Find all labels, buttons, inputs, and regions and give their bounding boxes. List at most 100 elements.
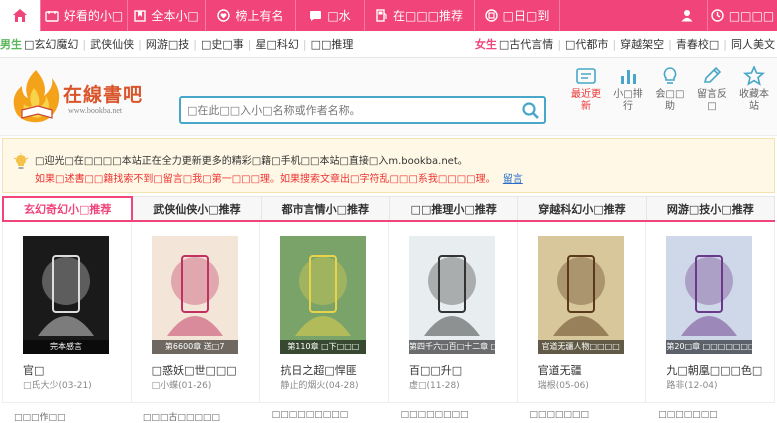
notice-line: □迎光□在□□□□本站正在全力更新更多的精彩□籍□手机□□本站□直接□入m.bo… [35, 156, 468, 167]
member-help-button[interactable]: 会□□助 [651, 66, 689, 113]
category-link[interactable]: □史□事 [201, 36, 244, 52]
star-icon [743, 66, 765, 86]
cover-caption: 第20□章 □□□□□□□ [666, 340, 753, 354]
book-cover[interactable]: 第110章 □下□□□ [280, 236, 367, 354]
lightbulb-icon [663, 67, 677, 84]
book-list: 完本感言 官□ □氏大少(03-21) 第6600章 送□7 □惑妖□世□□□ □小蝶(0… [2, 222, 776, 402]
book-title[interactable]: 九□朝凰□□□色□ [666, 362, 762, 378]
book-card[interactable]: 第20□章 □□□□□□□ 九□朝凰□□□色□ 路非(12-04) [646, 222, 776, 402]
cover-caption: 第110章 □下□□□ [280, 340, 367, 354]
calendar-check-icon [484, 9, 498, 22]
bar-chart-icon [621, 70, 636, 84]
book-author: 路非(12-04) [666, 381, 718, 391]
divider: | [723, 37, 727, 51]
top-navigation: 好看的小□ 全本小□ 榜上有名 □水 在□□□推荐 □日□到 □□□□ [0, 0, 777, 31]
category-link[interactable]: 网游□技 [146, 36, 189, 52]
nav-item-label: 榜上有名 [235, 9, 284, 23]
book-card[interactable]: 第四千六□百□十二章 □ 百□□升□ 虚□(11-28) [389, 222, 518, 402]
male-categories: 男生 □玄幻魔幻 | 武侠仙侠 | 网游□技 | □史□事 | 星□科幻 | □□推理 [0, 36, 353, 52]
feedback-button[interactable]: 留言反□ [693, 66, 731, 113]
site-logo[interactable]: 在線書吧 www.bookba.net [8, 62, 178, 132]
feedback-link[interactable]: 留言 [503, 174, 523, 185]
tab-wuxia[interactable]: 武侠仙侠小□推荐 [133, 196, 262, 220]
category-link[interactable]: □玄幻魔幻 [24, 36, 78, 52]
book-title[interactable]: 抗日之超□悍匪 [280, 362, 356, 378]
category-link[interactable]: □□推理 [311, 36, 354, 52]
book-cover[interactable]: 官道无疆人物□□□□ [537, 236, 624, 354]
search-input[interactable]: □在此□□入小□名称或作者名称。 [179, 96, 546, 124]
tab-gaming[interactable]: 网游□技小□推荐 [646, 196, 775, 220]
tab-fantasy[interactable]: 玄幻奇幻小□推荐 [2, 196, 134, 220]
rankings-button[interactable]: 小□排行 [609, 66, 647, 113]
category-link[interactable]: 武侠仙侠 [90, 36, 134, 52]
book-card[interactable]: 第110章 □下□□□ 抗日之超□悍匪 静止的烟火(04-28) [260, 222, 390, 402]
category-link[interactable]: 同人美文 [731, 36, 775, 52]
nav-rankings[interactable]: 榜上有名 [205, 0, 295, 31]
nav-recommend[interactable]: 在□□□推荐 [364, 0, 474, 31]
category-link[interactable]: 青春校□ [676, 36, 719, 52]
book-card[interactable]: 官道无疆人物□□□□ 官道无疆瑞根(05-06) [518, 222, 647, 402]
nav-good-novels[interactable]: 好看的小□ [40, 0, 127, 31]
nav-item-label: 好看的小□ [63, 9, 124, 23]
search-placeholder: □在此□□入小□名称或作者名称。 [187, 104, 361, 117]
female-label: 女生 [474, 38, 497, 51]
nav-history[interactable]: □□□□ [707, 0, 777, 31]
list-item[interactable]: □□□作□□ [2, 403, 131, 423]
nav-daily-checkin[interactable]: □日□到 [474, 0, 559, 31]
list-item[interactable]: □□□□□□□ [517, 403, 646, 423]
cover-caption: 官道无疆人物□□□□ [537, 340, 624, 354]
divider: | [82, 37, 87, 51]
recent-updates-button[interactable]: 最近更新 [567, 66, 605, 113]
cover-art [38, 255, 94, 336]
list-item[interactable]: □□□□□□□□□ [260, 403, 389, 423]
list-item[interactable]: □□□□□□□□ [388, 403, 517, 423]
list-item[interactable]: □□□古□□□□□ [131, 403, 260, 423]
divider: | [138, 37, 142, 51]
list-item[interactable]: □□□□□□□ [646, 403, 775, 423]
tool-label: 留言反□ [697, 89, 727, 112]
divider: | [247, 37, 252, 51]
book-title[interactable]: 百□□升□ [409, 362, 462, 378]
category-link[interactable]: □古代言情 [499, 36, 553, 52]
heart-icon [217, 9, 231, 22]
bookmark-site-button[interactable]: 收藏本站 [735, 66, 773, 113]
book-cover[interactable]: 第6600章 送□7 [151, 236, 238, 354]
book-title[interactable]: 官□ [23, 362, 44, 378]
category-bar: 男生 □玄幻魔幻 | 武侠仙侠 | 网游□技 | □史□事 | 星□科幻 | □□推理 女… [0, 31, 777, 58]
tool-label: 最近更新 [571, 89, 601, 112]
tab-urban-romance[interactable]: 都市言情小□推荐 [261, 196, 390, 220]
cover-art [681, 255, 738, 336]
search-icon[interactable] [521, 101, 540, 120]
fuel-pump-icon [376, 9, 387, 22]
category-link[interactable]: □代都市 [565, 36, 608, 52]
book-open-icon [45, 10, 59, 22]
cover-art [552, 255, 609, 336]
book-title[interactable]: □惑妖□世□□□ [152, 362, 237, 378]
tool-label: 小□排行 [613, 89, 643, 112]
book-card[interactable]: 第6600章 送□7 □惑妖□世□□□ □小蝶(01-26) [132, 222, 261, 402]
bookmark-icon [134, 9, 147, 22]
book-cover[interactable]: 完本感言 [23, 236, 109, 354]
tab-scifi[interactable]: 穿越科幻小□推荐 [518, 196, 647, 220]
cover-art [166, 255, 223, 336]
home-icon [13, 9, 27, 22]
category-link[interactable]: 穿越架空 [620, 36, 664, 52]
book-author: 虚□(11-28) [409, 381, 460, 391]
category-link[interactable]: 星□科幻 [255, 36, 298, 52]
nav-complete-novels[interactable]: 全本小□ [127, 0, 205, 31]
book-cover[interactable]: 第20□章 □□□□□□□ [666, 236, 753, 354]
book-cover[interactable]: 第四千六□百□十二章 □ [409, 236, 496, 354]
book-title[interactable]: 官道无疆 [538, 362, 582, 378]
cover-caption: 完本感言 [23, 340, 109, 354]
book-card[interactable]: 完本感言 官□ □氏大少(03-21) [3, 222, 132, 402]
nav-chat[interactable]: □水 [295, 0, 364, 31]
nav-item-label: 在□□□推荐 [392, 9, 463, 23]
book-author: 瑞根(05-06) [537, 381, 589, 391]
user-icon [681, 10, 693, 22]
notice-warning: 如果□述書□□籍找索不到□留言□我□第一□□□理。如果搜索文章出□字符乱□□□系… [35, 170, 523, 185]
nav-user[interactable] [559, 0, 707, 31]
tab-mystery[interactable]: □□推理小□推荐 [389, 196, 519, 220]
cover-caption: 第6600章 送□7 [151, 340, 238, 354]
logo-subtext: www.bookba.net [68, 105, 123, 115]
home-button[interactable] [0, 0, 40, 31]
